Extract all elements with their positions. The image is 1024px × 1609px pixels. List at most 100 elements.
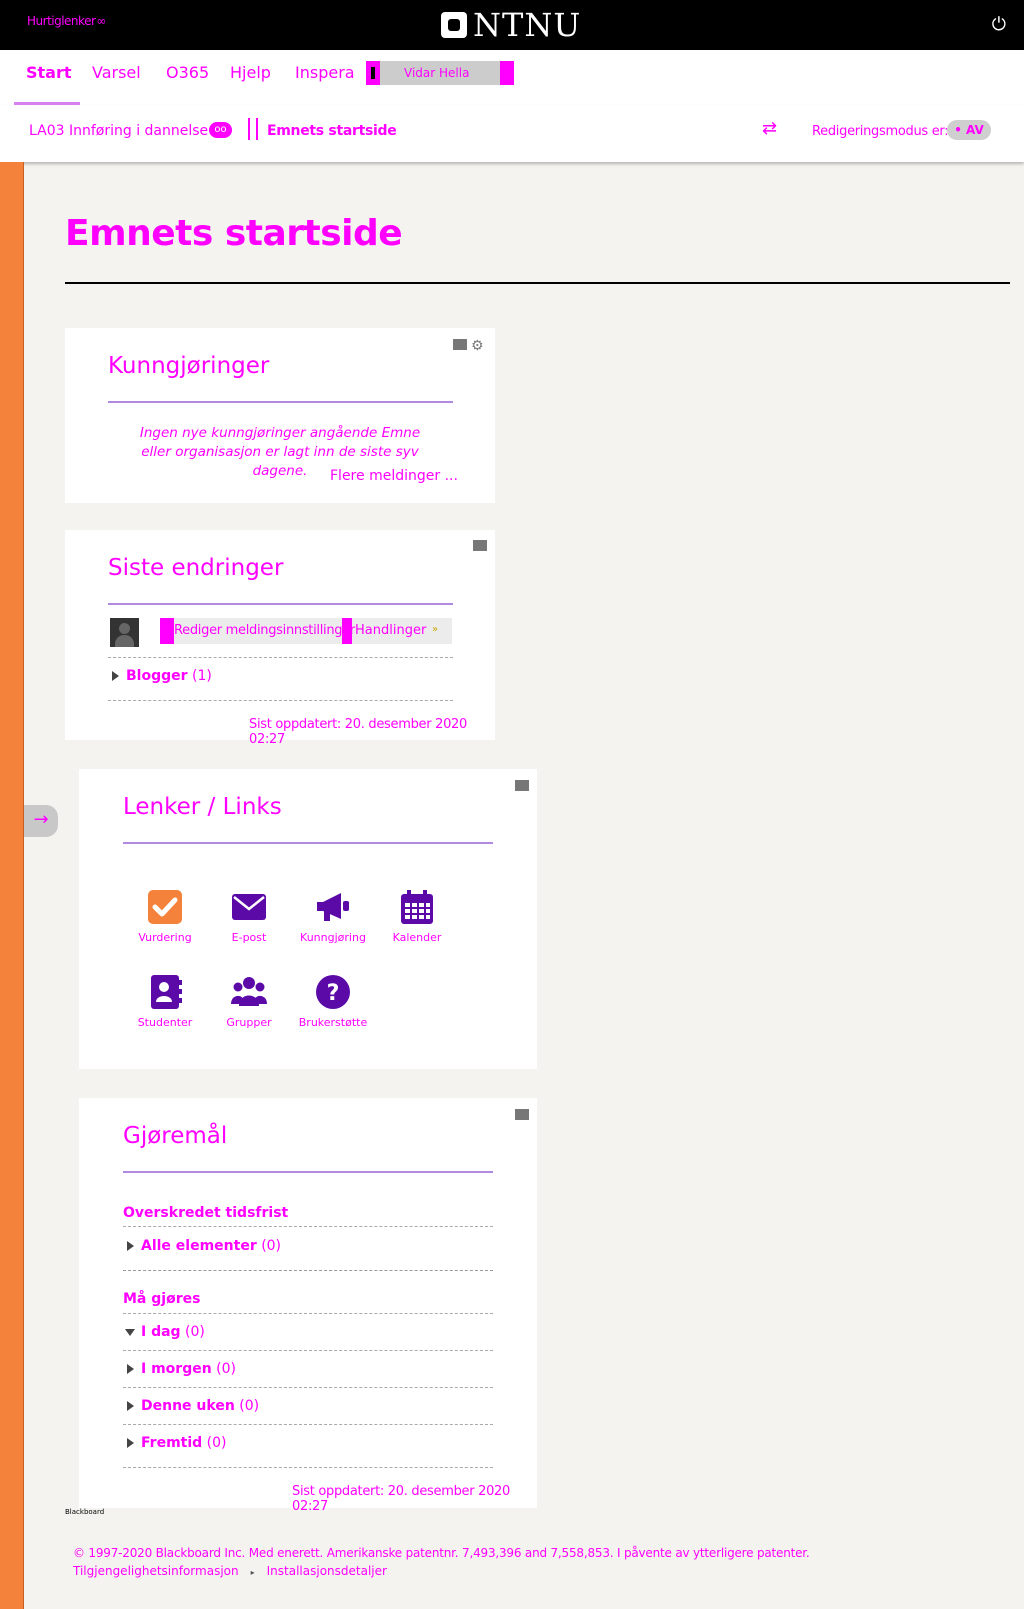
power-icon[interactable]: ⏻ [992, 14, 1006, 35]
tab-o365[interactable]: O365 [166, 63, 209, 82]
tab-hjelp[interactable]: Hjelp [230, 63, 271, 82]
blogs-label: Blogger [126, 668, 188, 684]
quicklinks-button[interactable]: Hurtiglenker∞ [27, 14, 106, 28]
divider [108, 700, 453, 701]
link-kalender[interactable]: Kalender [375, 889, 459, 944]
svg-text:?: ? [327, 981, 340, 1006]
active-tab-indicator [14, 102, 80, 105]
due-item-label: I morgen [141, 1361, 212, 1377]
link-brukerstotte[interactable]: ? Brukerstøtte [291, 974, 375, 1029]
users-icon [231, 974, 267, 1010]
module-divider [108, 401, 453, 403]
swap-view-icon[interactable]: ⇄ [762, 118, 788, 139]
due-item-count: (0) [185, 1324, 205, 1340]
link-label: Vurdering [138, 931, 192, 944]
due-today-item[interactable]: I dag (0) [125, 1324, 205, 1340]
due-heading: Må gjøres [123, 1291, 201, 1307]
checkbox-icon [147, 889, 183, 925]
user-name: Vidar Hella [404, 66, 470, 80]
edit-mode-value: AV [966, 123, 984, 137]
infinity-icon: ∞ [96, 14, 106, 28]
installation-details-link[interactable]: Installasjonsdetaljer [267, 1564, 387, 1578]
window-icon[interactable] [473, 540, 487, 551]
due-item-label: Denne uken [141, 1398, 235, 1414]
due-item-count: (0) [206, 1435, 227, 1451]
link-label: Kunngjøring [300, 931, 366, 944]
module-divider [123, 842, 493, 844]
last-updated: Sist oppdatert: 20. desember 2020 02:27 [249, 717, 467, 747]
due-this-week-item[interactable]: Denne uken (0) [127, 1398, 259, 1414]
expand-menu-arrow-icon[interactable]: → [24, 805, 58, 837]
edit-mode-label: Redigeringsmodus er: [812, 124, 949, 139]
due-item-label: I dag [141, 1324, 181, 1340]
module-controls [515, 1109, 529, 1123]
avatar [110, 618, 139, 647]
link-e-post[interactable]: E-post [207, 889, 291, 944]
module-title: Lenker / Links [123, 794, 282, 820]
module-title: Siste endringer [108, 555, 284, 581]
tab-inspera[interactable]: Inspera [295, 63, 355, 82]
gear-icon[interactable]: ⚙ [471, 338, 484, 354]
top-bar: Hurtiglenker∞ NTNU ⏻ [0, 0, 1024, 50]
divider [123, 1467, 493, 1468]
module-controls [473, 540, 487, 554]
link-kunngjoring[interactable]: Kunngjøring [291, 889, 375, 944]
module-divider [108, 603, 453, 605]
announcements-module: ⚙ Kunngjøringer Ingen nye kunngjøringer … [65, 328, 495, 503]
divider [108, 657, 453, 658]
more-announcements-link[interactable]: Flere meldinger ... [330, 468, 458, 484]
due-item-count: (0) [239, 1398, 260, 1414]
title-divider [65, 282, 1010, 284]
divider [123, 1270, 493, 1271]
due-tomorrow-item[interactable]: I morgen (0) [127, 1361, 236, 1377]
user-menu-handle [500, 61, 514, 85]
due-item-count: (0) [216, 1361, 236, 1377]
divider [123, 1313, 493, 1314]
link-label: Grupper [226, 1016, 272, 1029]
ntnu-logo-icon [441, 12, 467, 38]
blogs-item[interactable]: Blogger (1) [112, 668, 212, 684]
module-divider [123, 1171, 493, 1173]
divider [123, 1226, 493, 1227]
quicklinks-label: Hurtiglenker [27, 14, 96, 28]
overdue-all-item[interactable]: Alle elementer (0) [127, 1238, 281, 1254]
address-book-icon [147, 974, 183, 1010]
overdue-heading: Overskredet tidsfrist [123, 1205, 289, 1221]
edit-notifications-button[interactable]: Rediger meldingsinnstillinger [174, 623, 355, 638]
breadcrumb: LA03 Innføring i dannelse oo Emnets star… [0, 106, 1024, 162]
actionbar-marker [160, 618, 174, 644]
edit-mode-toggle[interactable]: • AV [947, 120, 991, 140]
tab-varsel[interactable]: Varsel [92, 63, 141, 82]
caret-right-icon [127, 1241, 134, 1251]
calendar-icon [399, 889, 435, 925]
link-label: Brukerstøtte [298, 1016, 368, 1029]
todo-module: Gjøremål Overskredet tidsfrist Alle elem… [79, 1098, 537, 1514]
link-studenter[interactable]: Studenter [123, 974, 207, 1029]
window-icon[interactable] [515, 1109, 529, 1120]
window-icon[interactable] [515, 780, 529, 791]
chevron-down-icon: » [432, 624, 439, 635]
user-menu[interactable]: Vidar Hella [366, 61, 514, 85]
module-controls: ⚙ [453, 338, 484, 354]
main-nav: Start Varsel O365 Hjelp Inspera Vidar He… [0, 50, 1024, 106]
links-module: Lenker / Links Vurdering E-post Kunngjør… [79, 769, 537, 1069]
overdue-all-label: Alle elementer [141, 1238, 257, 1254]
due-future-item[interactable]: Fremtid (0) [127, 1435, 226, 1451]
divider [123, 1350, 493, 1351]
course-menu-icon[interactable]: oo [209, 122, 232, 138]
ntnu-logo[interactable]: NTNU [441, 6, 581, 44]
actions-button[interactable]: Handlinger [355, 623, 426, 638]
caret-right-icon [127, 1364, 134, 1374]
tab-start[interactable]: Start [26, 63, 72, 82]
breadcrumb-course-link[interactable]: LA03 Innføring i dannelse [29, 123, 208, 139]
link-vurdering[interactable]: Vurdering [123, 889, 207, 944]
window-icon[interactable] [453, 339, 467, 350]
link-grupper[interactable]: Grupper [207, 974, 291, 1029]
divider [123, 1387, 493, 1388]
footer-links: Tilgjengelighetsinformasjon ▸ Installasjon… [73, 1564, 387, 1578]
module-title: Kunngjøringer [108, 353, 270, 379]
accessibility-link[interactable]: Tilgjengelighetsinformasjon [73, 1564, 239, 1578]
bullet-icon: ▸ [250, 1568, 255, 1577]
divider [123, 1424, 493, 1425]
recent-changes-actionbar: Rediger meldingsinnstillinger Handlinger… [160, 618, 452, 644]
